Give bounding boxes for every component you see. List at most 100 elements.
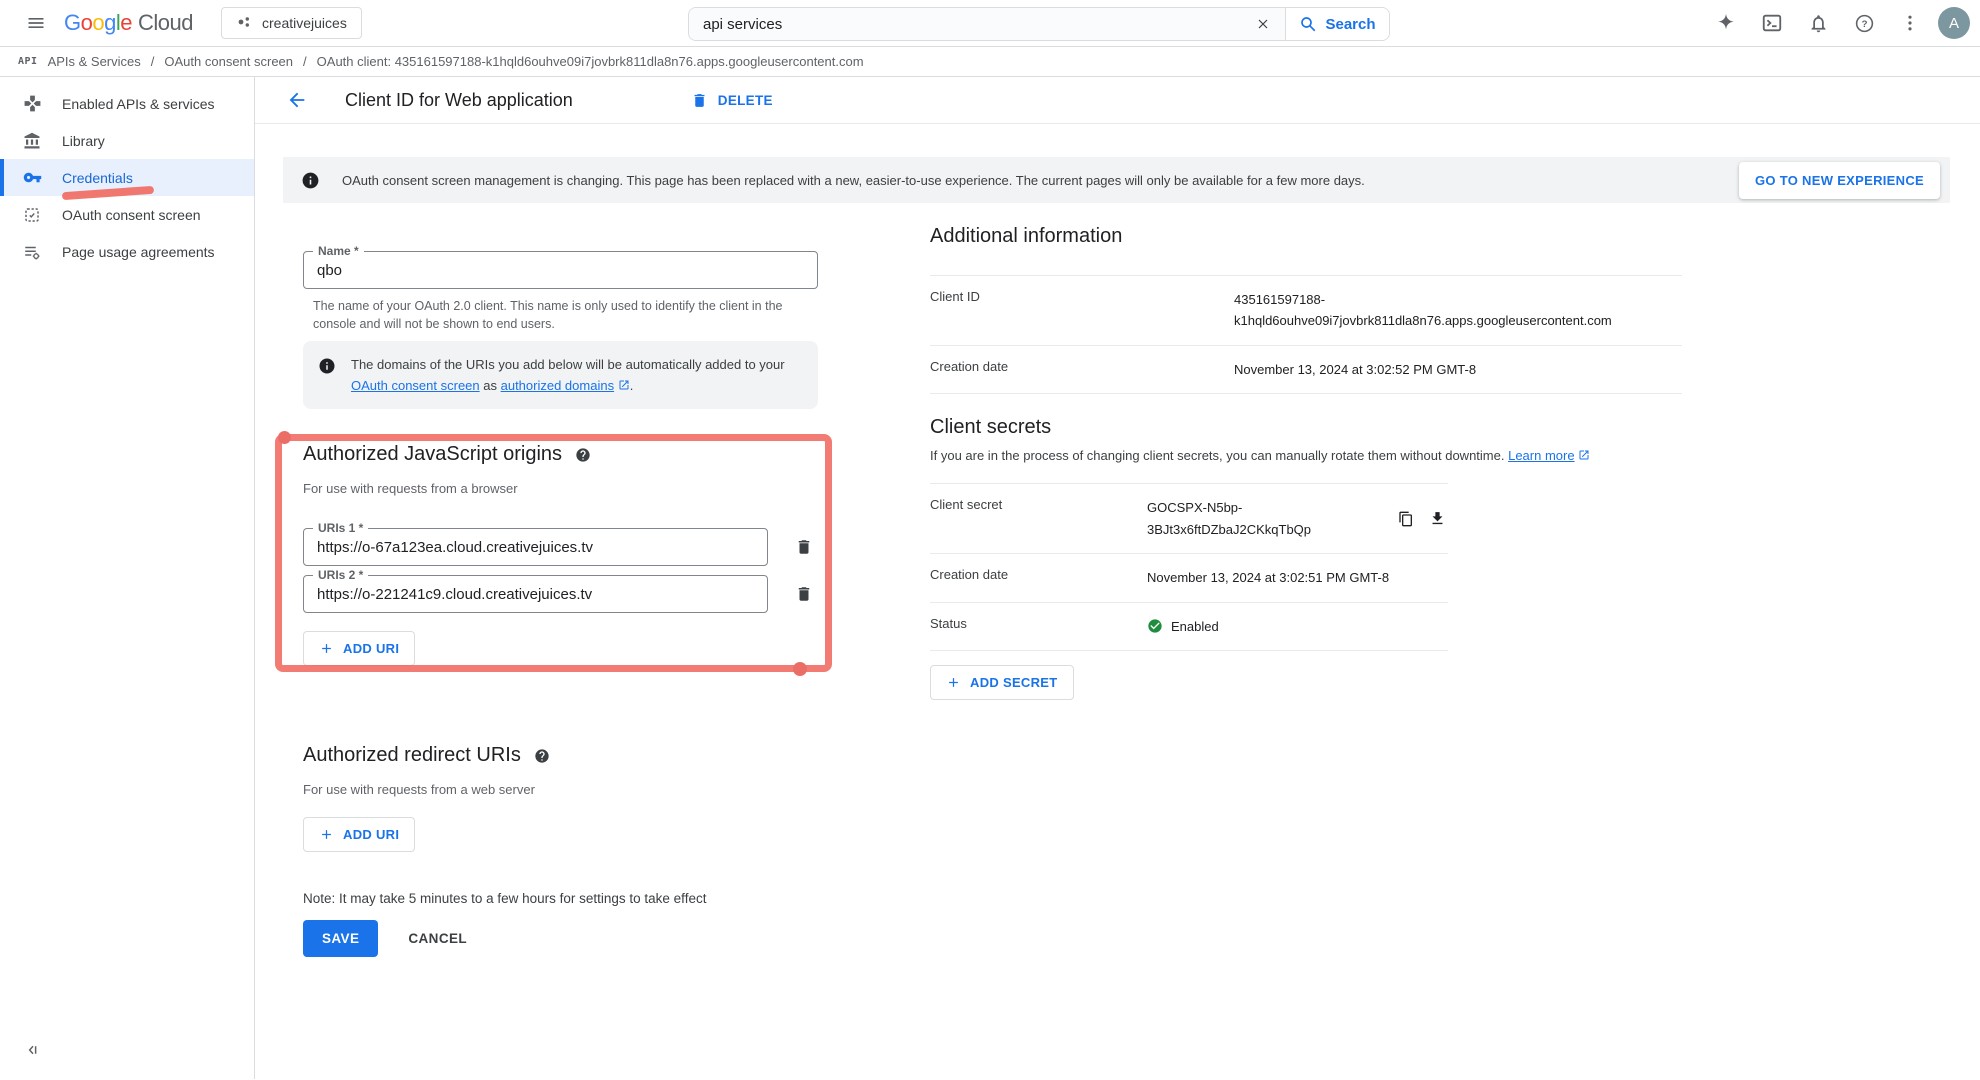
- breadcrumb-apis-services[interactable]: APIs & Services: [48, 54, 141, 69]
- info-icon: [301, 171, 320, 190]
- help-icon[interactable]: ?: [1846, 5, 1882, 41]
- add-uri-label: ADD URI: [343, 641, 399, 656]
- notifications-icon[interactable]: [1800, 5, 1836, 41]
- add-secret-button[interactable]: ADD SECRET: [930, 665, 1074, 700]
- menu-icon[interactable]: [16, 3, 56, 43]
- oauth-consent-screen-link[interactable]: OAuth consent screen: [351, 378, 480, 393]
- sidebar: Enabled APIs & services Library Credenti…: [0, 77, 255, 1079]
- search-input[interactable]: [689, 8, 1241, 40]
- uri-1-input[interactable]: [304, 529, 767, 565]
- breadcrumb-oauth-consent[interactable]: OAuth consent screen: [164, 54, 293, 69]
- sidebar-item-credentials[interactable]: Credentials: [0, 159, 254, 196]
- avatar[interactable]: A: [1938, 7, 1970, 39]
- breadcrumb: API APIs & Services / OAuth consent scre…: [0, 47, 1980, 77]
- download-icon[interactable]: [1428, 508, 1448, 530]
- delete-uri-1-icon[interactable]: [786, 529, 822, 565]
- enabled-check-icon: [1147, 618, 1163, 634]
- svg-text:?: ?: [1861, 19, 1867, 30]
- sidebar-item-library[interactable]: Library: [0, 122, 254, 159]
- name-input[interactable]: [304, 252, 817, 288]
- avatar-letter: A: [1949, 15, 1959, 32]
- additional-info-title: Additional information: [930, 225, 1682, 248]
- creation-date-row: Creation date November 13, 2024 at 3:02:…: [930, 345, 1682, 394]
- trash-icon: [691, 92, 708, 109]
- logo-letter: o: [81, 10, 93, 36]
- more-options-icon[interactable]: [1892, 5, 1928, 41]
- breadcrumb-oauth-client[interactable]: OAuth client: 435161597188-k1hqld6ouhve0…: [317, 54, 864, 69]
- rotate-note-text: If you are in the process of changing cl…: [930, 448, 1508, 463]
- delete-button-label: DELETE: [718, 93, 773, 108]
- uri-2-field: URIs 2 *: [303, 575, 768, 613]
- top-bar: Google Cloud creativejuices Search: [0, 0, 1980, 47]
- project-selector[interactable]: creativejuices: [221, 7, 362, 39]
- sidebar-item-label: Enabled APIs & services: [62, 96, 215, 112]
- sidebar-item-page-usage[interactable]: Page usage agreements: [0, 233, 254, 270]
- help-icon[interactable]: [534, 748, 550, 764]
- breadcrumb-separator: /: [151, 54, 155, 69]
- js-origins-section: Authorized JavaScript origins For use wi…: [303, 443, 868, 666]
- info-icon: [318, 357, 336, 375]
- gcp-console-page: Google Cloud creativejuices Search: [0, 0, 1980, 1080]
- client-secret-label: Client secret: [930, 497, 1147, 540]
- uri-row: URIs 1 *: [303, 528, 868, 566]
- name-field-label: Name *: [313, 244, 364, 258]
- page-title: Client ID for Web application: [345, 90, 573, 111]
- add-uri-button-redirect[interactable]: ADD URI: [303, 817, 415, 852]
- cloud-shell-icon[interactable]: [1754, 5, 1790, 41]
- clear-search-icon[interactable]: [1241, 8, 1285, 40]
- library-icon: [22, 131, 42, 151]
- logo-cloud-text: Cloud: [138, 10, 193, 36]
- add-uri-button-origins[interactable]: ADD URI: [303, 631, 415, 666]
- go-to-new-experience-button[interactable]: GO TO NEW EXPERIENCE: [1739, 162, 1940, 199]
- delete-uri-2-icon[interactable]: [786, 576, 822, 612]
- external-link-icon: [618, 379, 630, 391]
- redirect-uris-subtitle: For use with requests from a web server: [303, 782, 868, 797]
- sidebar-item-enabled-apis[interactable]: Enabled APIs & services: [0, 85, 254, 122]
- search-icon: [1299, 15, 1317, 33]
- search-bar: Search: [688, 7, 1390, 41]
- js-origins-title: Authorized JavaScript origins: [303, 443, 562, 466]
- status-badge: Enabled: [1171, 616, 1219, 637]
- external-link-icon: [1578, 449, 1590, 461]
- delete-button[interactable]: DELETE: [691, 92, 773, 109]
- client-secrets-title: Client secrets: [930, 416, 1682, 439]
- client-id-value: 435161597188-k1hqld6ouhve09i7jovbrk811dl…: [1234, 289, 1682, 332]
- form-actions: SAVE CANCEL: [303, 920, 868, 957]
- sidebar-item-label: Page usage agreements: [62, 244, 215, 260]
- client-id-label: Client ID: [930, 289, 1234, 332]
- plus-icon: [946, 675, 961, 690]
- authorized-domains-link[interactable]: authorized domains: [501, 378, 614, 393]
- add-uri-label: ADD URI: [343, 827, 399, 842]
- add-secret-label: ADD SECRET: [970, 675, 1058, 690]
- logo-letter: G: [64, 10, 81, 36]
- sidebar-item-oauth-consent[interactable]: OAuth consent screen: [0, 196, 254, 233]
- search-button[interactable]: Search: [1285, 8, 1389, 40]
- cancel-button[interactable]: CANCEL: [408, 931, 467, 946]
- settings-note: Note: It may take 5 minutes to a few hou…: [303, 891, 868, 906]
- client-form: Name * The name of your OAuth 2.0 client…: [303, 251, 868, 957]
- client-secrets-table: Client secret GOCSPX-N5bp-3BJt3x6ftDZbaJ…: [930, 483, 1448, 651]
- copy-icon[interactable]: [1396, 508, 1416, 530]
- help-icon[interactable]: [575, 447, 591, 463]
- back-arrow-icon[interactable]: [283, 86, 311, 114]
- sidebar-item-label: Credentials: [62, 170, 133, 186]
- uri-row: URIs 2 *: [303, 575, 868, 613]
- redirect-uris-title: Authorized redirect URIs: [303, 744, 521, 767]
- secret-creation-date-value: November 13, 2024 at 3:02:51 PM GMT-8: [1147, 567, 1448, 588]
- notice-banner: OAuth consent screen management is chang…: [283, 157, 1950, 203]
- learn-more-link[interactable]: Learn more: [1508, 448, 1574, 463]
- status-label: Status: [930, 616, 1147, 637]
- save-button[interactable]: SAVE: [303, 920, 378, 957]
- plus-icon: [319, 641, 334, 656]
- uri-2-label: URIs 2 *: [313, 568, 368, 582]
- gemini-icon[interactable]: [1708, 5, 1744, 41]
- google-cloud-logo: Google Cloud: [64, 10, 193, 36]
- creation-date-label: Creation date: [930, 359, 1234, 380]
- secret-creation-date-label: Creation date: [930, 567, 1147, 588]
- sidebar-item-label: OAuth consent screen: [62, 207, 201, 223]
- collapse-sidebar-icon[interactable]: [18, 1035, 48, 1065]
- uri-1-label: URIs 1 *: [313, 521, 368, 535]
- uri-2-input[interactable]: [304, 576, 767, 612]
- status-row: Status Enabled: [930, 602, 1448, 651]
- domains-note-text: The domains of the URIs you add below wi…: [351, 357, 785, 372]
